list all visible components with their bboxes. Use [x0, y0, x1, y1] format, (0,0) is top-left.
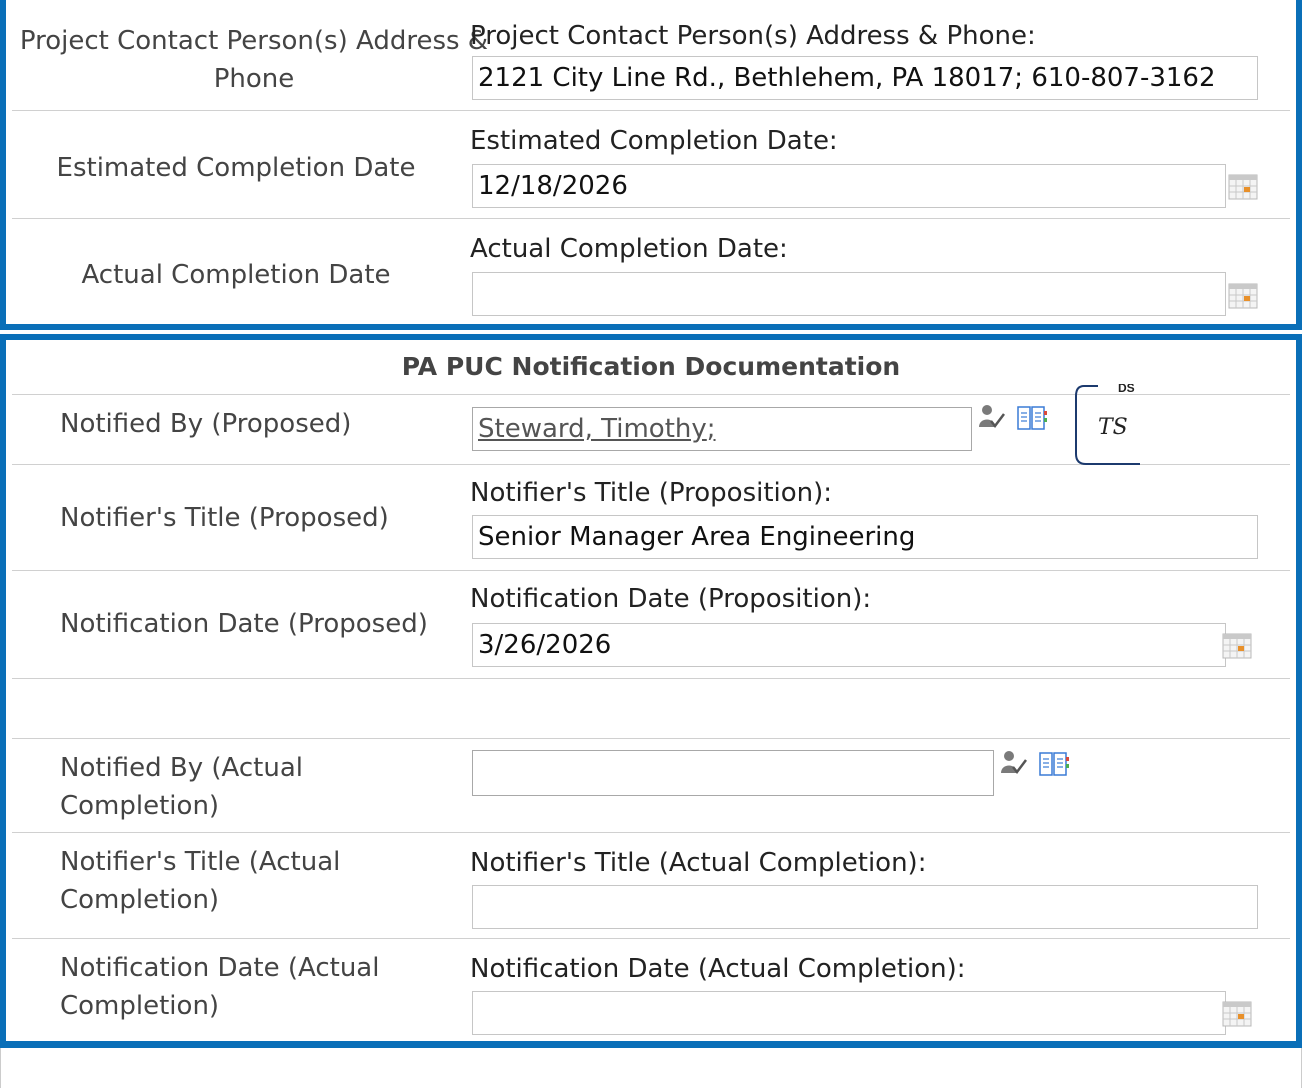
date-proposed-field-label: Notification Date (Proposition):: [470, 584, 872, 614]
notified-by-actual-input[interactable]: [472, 750, 994, 796]
date-actual-input[interactable]: [472, 991, 1226, 1035]
page-bottom-area: [0, 1048, 1302, 1088]
estimated-date-row: Estimated Completion Date Estimated Comp…: [12, 110, 1290, 219]
person-separator: ;: [706, 414, 716, 444]
date-actual-field-label: Notification Date (Actual Completion):: [470, 954, 966, 984]
calendar-icon[interactable]: [1222, 633, 1252, 659]
docusign-initials-stamp: DS TS: [1075, 384, 1140, 465]
calendar-icon[interactable]: [1228, 174, 1258, 200]
docusign-initials: TS: [1098, 415, 1128, 440]
title-proposed-row: Notifier's Title (Proposed) Notifier's T…: [12, 464, 1290, 571]
docusign-tag: DS: [1118, 384, 1135, 395]
notified-by-actual-row: Notified By (Actual Completion): [12, 738, 1290, 833]
address-book-icon[interactable]: [1038, 751, 1070, 777]
contact-row-label: Project Contact Person(s) Address & Phon…: [19, 26, 489, 94]
title-proposed-label: Notifier's Title (Proposed): [60, 503, 389, 533]
estimated-date-input[interactable]: 12/18/2026: [472, 164, 1226, 208]
actual-date-row-label: Actual Completion Date: [81, 260, 391, 290]
check-names-icon[interactable]: [978, 403, 1006, 431]
title-actual-input[interactable]: [472, 885, 1258, 929]
title-proposed-input[interactable]: Senior Manager Area Engineering: [472, 515, 1258, 559]
title-proposed-field-label: Notifier's Title (Proposition):: [470, 478, 833, 508]
address-book-icon[interactable]: [1016, 405, 1048, 431]
title-actual-field-label: Notifier's Title (Actual Completion):: [470, 848, 927, 878]
calendar-icon[interactable]: [1228, 283, 1258, 309]
notified-by-proposed-label: Notified By (Proposed): [60, 409, 352, 439]
title-actual-row: Notifier's Title (Actual Completion) Not…: [12, 832, 1290, 939]
estimated-date-field-label: Estimated Completion Date:: [470, 126, 838, 156]
date-proposed-input[interactable]: 3/26/2026: [472, 623, 1226, 667]
estimated-date-row-label: Estimated Completion Date: [56, 153, 416, 183]
title-actual-label: Notifier's Title (Actual Completion): [60, 847, 341, 915]
actual-date-row: Actual Completion Date Actual Completion…: [12, 218, 1290, 325]
date-proposed-label: Notification Date (Proposed): [60, 609, 428, 639]
actual-date-input[interactable]: [472, 272, 1226, 316]
person-link[interactable]: Steward, Timothy: [478, 414, 707, 444]
calendar-icon[interactable]: [1222, 1001, 1252, 1027]
contact-row: Project Contact Person(s) Address & Phon…: [12, 0, 1290, 110]
section-title: PA PUC Notification Documentation: [401, 352, 901, 381]
date-actual-label: Notification Date (Actual Completion): [60, 953, 380, 1021]
notified-by-proposed-input[interactable]: Steward, Timothy;: [472, 407, 972, 451]
date-proposed-row: Notification Date (Proposed) Notificatio…: [12, 570, 1290, 679]
date-actual-row: Notification Date (Actual Completion) No…: [12, 938, 1290, 1043]
check-names-icon[interactable]: [1000, 749, 1028, 777]
spacer-row: [12, 678, 1290, 739]
contact-input[interactable]: 2121 City Line Rd., Bethlehem, PA 18017;…: [472, 56, 1258, 100]
notified-by-actual-label: Notified By (Actual Completion): [60, 753, 304, 821]
actual-date-field-label: Actual Completion Date:: [470, 234, 788, 264]
contact-field-label: Project Contact Person(s) Address & Phon…: [470, 21, 1036, 51]
project-dates-panel: Project Contact Person(s) Address & Phon…: [0, 0, 1302, 330]
